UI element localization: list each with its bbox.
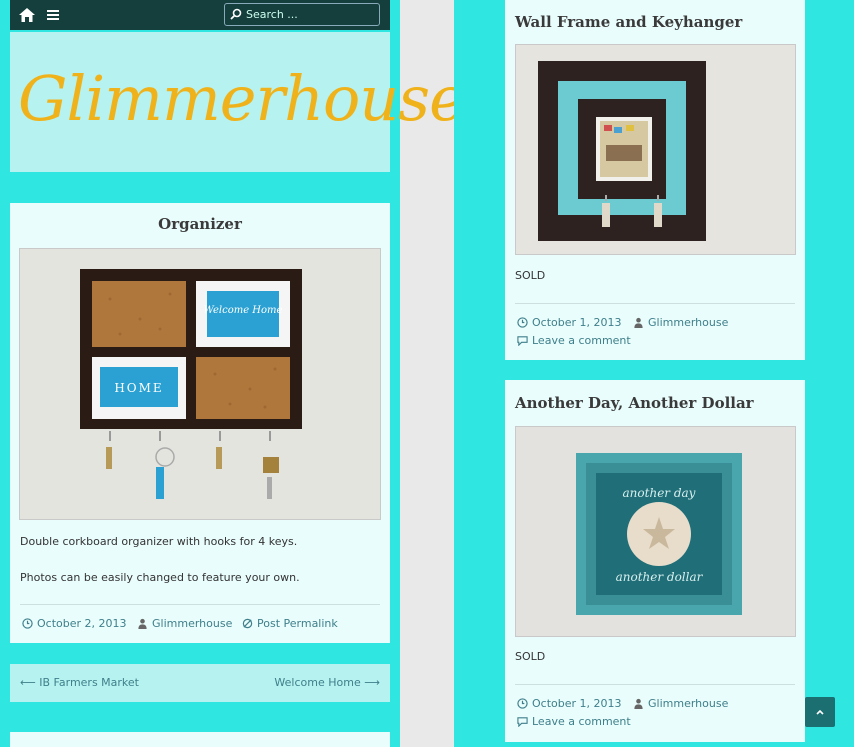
user-icon	[634, 698, 643, 709]
leave-comment-link[interactable]: Leave a comment	[517, 334, 631, 347]
post-title[interactable]: Organizer	[10, 215, 390, 233]
another-dollar-label: another dollar	[616, 570, 704, 584]
scroll-to-top-button[interactable]	[805, 697, 835, 727]
next-post-link[interactable]: Welcome Home ⟶	[274, 676, 380, 689]
comment-icon	[517, 336, 528, 346]
post-card-wall-frame: Wall Frame and Keyhanger SOLD October 1,…	[505, 0, 805, 360]
post-date-link[interactable]: October 2, 2013	[22, 617, 127, 630]
post-author[interactable]: Glimmerhouse	[152, 617, 232, 630]
post-author-link[interactable]: Glimmerhouse	[137, 617, 232, 630]
post-description: Double corkboard organizer with hooks fo…	[20, 535, 298, 548]
post-author[interactable]: Glimmerhouse	[648, 697, 728, 710]
divider	[20, 604, 380, 605]
comment-icon	[517, 717, 528, 727]
home-icon[interactable]	[19, 8, 35, 22]
another-day-photo-drawing: another day another dollar	[516, 427, 795, 636]
post-card-organizer: Organizer Welcome Home HOME Double corkb…	[10, 203, 390, 643]
divider	[515, 684, 795, 685]
post-image[interactable]	[515, 44, 796, 255]
post-image[interactable]: Welcome Home HOME	[19, 248, 381, 520]
search-icon	[230, 8, 242, 20]
link-icon	[242, 618, 253, 629]
post-author-link[interactable]: Glimmerhouse	[633, 316, 728, 329]
comment-label[interactable]: Leave a comment	[532, 334, 631, 347]
permalink-label[interactable]: Post Permalink	[257, 617, 338, 630]
home-label: HOME	[114, 381, 163, 395]
clock-icon	[517, 698, 528, 709]
user-icon	[634, 317, 643, 328]
post-description: Photos can be easily changed to feature …	[20, 571, 300, 584]
post-status: SOLD	[515, 650, 546, 663]
post-date-link[interactable]: October 1, 2013	[517, 697, 622, 710]
site-header: Glimmerhouse	[10, 32, 466, 172]
post-navigation: ⟵ IB Farmers Market Welcome Home ⟶	[10, 664, 390, 702]
previous-post-link[interactable]: ⟵ IB Farmers Market	[20, 676, 139, 689]
leave-comment-link[interactable]: Leave a comment	[517, 715, 631, 728]
post-card-another-day: Another Day, Another Dollar another day …	[505, 380, 805, 742]
clock-icon	[517, 317, 528, 328]
organizer-photo-drawing: Welcome Home HOME	[20, 249, 380, 519]
post-date[interactable]: October 1, 2013	[532, 316, 622, 329]
chevron-up-icon	[816, 709, 824, 715]
site-logo[interactable]: Glimmerhouse	[18, 62, 466, 135]
user-icon	[138, 618, 147, 629]
post-date[interactable]: October 2, 2013	[37, 617, 127, 630]
post-date-link[interactable]: October 1, 2013	[517, 316, 622, 329]
divider	[515, 303, 795, 304]
next-post-card	[10, 732, 390, 747]
menu-icon[interactable]	[45, 8, 61, 22]
top-navigation-bar	[10, 0, 390, 30]
search-input[interactable]	[246, 6, 376, 23]
another-day-label: another day	[623, 486, 696, 500]
post-image[interactable]: another day another dollar	[515, 426, 796, 637]
post-author-link[interactable]: Glimmerhouse	[633, 697, 728, 710]
post-permalink[interactable]: Post Permalink	[242, 617, 338, 630]
search-box[interactable]	[224, 3, 380, 26]
welcome-home-label: Welcome Home	[204, 305, 283, 316]
post-title[interactable]: Wall Frame and Keyhanger	[515, 13, 742, 31]
clock-icon	[22, 618, 33, 629]
post-date[interactable]: October 1, 2013	[532, 697, 622, 710]
wall-frame-photo-drawing	[516, 45, 795, 254]
post-title[interactable]: Another Day, Another Dollar	[515, 394, 754, 412]
comment-label[interactable]: Leave a comment	[532, 715, 631, 728]
post-author[interactable]: Glimmerhouse	[648, 316, 728, 329]
post-status: SOLD	[515, 269, 546, 282]
